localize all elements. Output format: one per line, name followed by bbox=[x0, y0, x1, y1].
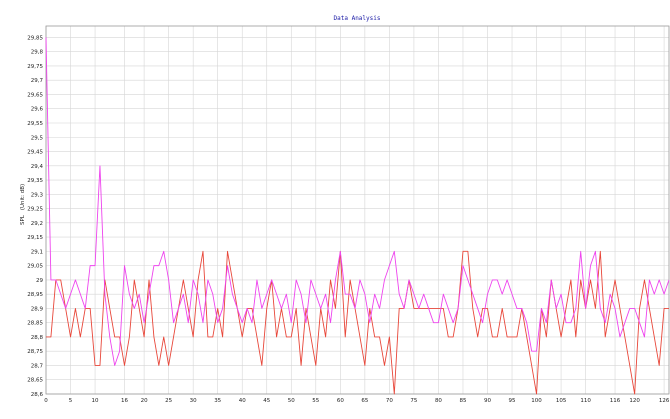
x-tick-label: 45 bbox=[263, 398, 270, 404]
y-tick-label: 29,7 bbox=[31, 78, 44, 84]
y-tick-label: 29,75 bbox=[27, 64, 43, 70]
x-tick-label: 30 bbox=[190, 398, 197, 404]
x-tick-label: 105 bbox=[556, 398, 567, 404]
y-tick-label: 29,4 bbox=[31, 164, 44, 170]
y-tick-label: 29,05 bbox=[27, 264, 43, 270]
chart-title: Data Analysis bbox=[334, 15, 381, 22]
y-tick-label: 29 bbox=[36, 278, 43, 284]
x-tick-label: 60 bbox=[337, 398, 344, 404]
y-tick-label: 28,8 bbox=[31, 335, 44, 341]
x-tick-label: 110 bbox=[580, 398, 591, 404]
x-tick-label: 80 bbox=[435, 398, 442, 404]
x-tick-label: 5 bbox=[69, 398, 73, 404]
x-tick-label: 116 bbox=[610, 398, 621, 404]
y-tick-label: 28,85 bbox=[27, 321, 43, 327]
x-tick-label: 20 bbox=[141, 398, 148, 404]
y-tick-label: 29,5 bbox=[31, 135, 44, 141]
x-tick-label: 90 bbox=[484, 398, 491, 404]
y-tick-label: 29,3 bbox=[31, 192, 44, 198]
x-tick-label: 10 bbox=[92, 398, 99, 404]
x-tick-label: 100 bbox=[531, 398, 542, 404]
y-tick-label: 28,95 bbox=[27, 292, 43, 298]
x-tick-label: 25 bbox=[165, 398, 172, 404]
y-tick-label: 28,75 bbox=[27, 349, 43, 355]
y-tick-label: 29,8 bbox=[31, 50, 44, 56]
y-tick-label: 28,6 bbox=[31, 392, 44, 398]
line-chart: Data Analysis 28,6 28,65 28,7 28,75 28,8 28,8… bbox=[0, 0, 670, 419]
x-tick-label: 85 bbox=[459, 398, 466, 404]
y-tick-label: 29,45 bbox=[27, 150, 43, 156]
y-tick-label: 29,65 bbox=[27, 92, 43, 98]
x-tick-label: 50 bbox=[288, 398, 295, 404]
x-tick-label: 65 bbox=[361, 398, 368, 404]
x-tick-label: 75 bbox=[410, 398, 417, 404]
x-tick-label: 95 bbox=[509, 398, 516, 404]
x-tick-label: 35 bbox=[214, 398, 221, 404]
y-tick-label: 29,55 bbox=[27, 121, 43, 127]
y-tick-label: 29,85 bbox=[27, 35, 43, 41]
y-tick-label: 29,35 bbox=[27, 178, 43, 184]
x-tick-label: 70 bbox=[386, 398, 393, 404]
y-tick-label: 29,2 bbox=[31, 221, 43, 227]
y-tick-label: 28,9 bbox=[31, 306, 44, 312]
x-tick-label: 0 bbox=[44, 398, 48, 404]
y-tick-label: 28,7 bbox=[31, 363, 44, 369]
x-tick-label: 40 bbox=[239, 398, 246, 404]
y-axis-unit: (Unit: dB) bbox=[20, 184, 26, 210]
x-tick-label: 120 bbox=[629, 398, 640, 404]
x-tick-label: 55 bbox=[312, 398, 319, 404]
y-tick-label: 29,6 bbox=[31, 107, 44, 113]
y-axis-title: SPL bbox=[20, 214, 26, 225]
y-tick-label: 29,25 bbox=[27, 207, 43, 213]
y-tick-label: 29,1 bbox=[31, 249, 43, 255]
x-tick-label: 16 bbox=[121, 398, 128, 404]
x-tick-label: 126 bbox=[659, 398, 670, 404]
y-tick-label: 28,65 bbox=[27, 378, 43, 384]
y-tick-label: 29,15 bbox=[27, 235, 43, 241]
